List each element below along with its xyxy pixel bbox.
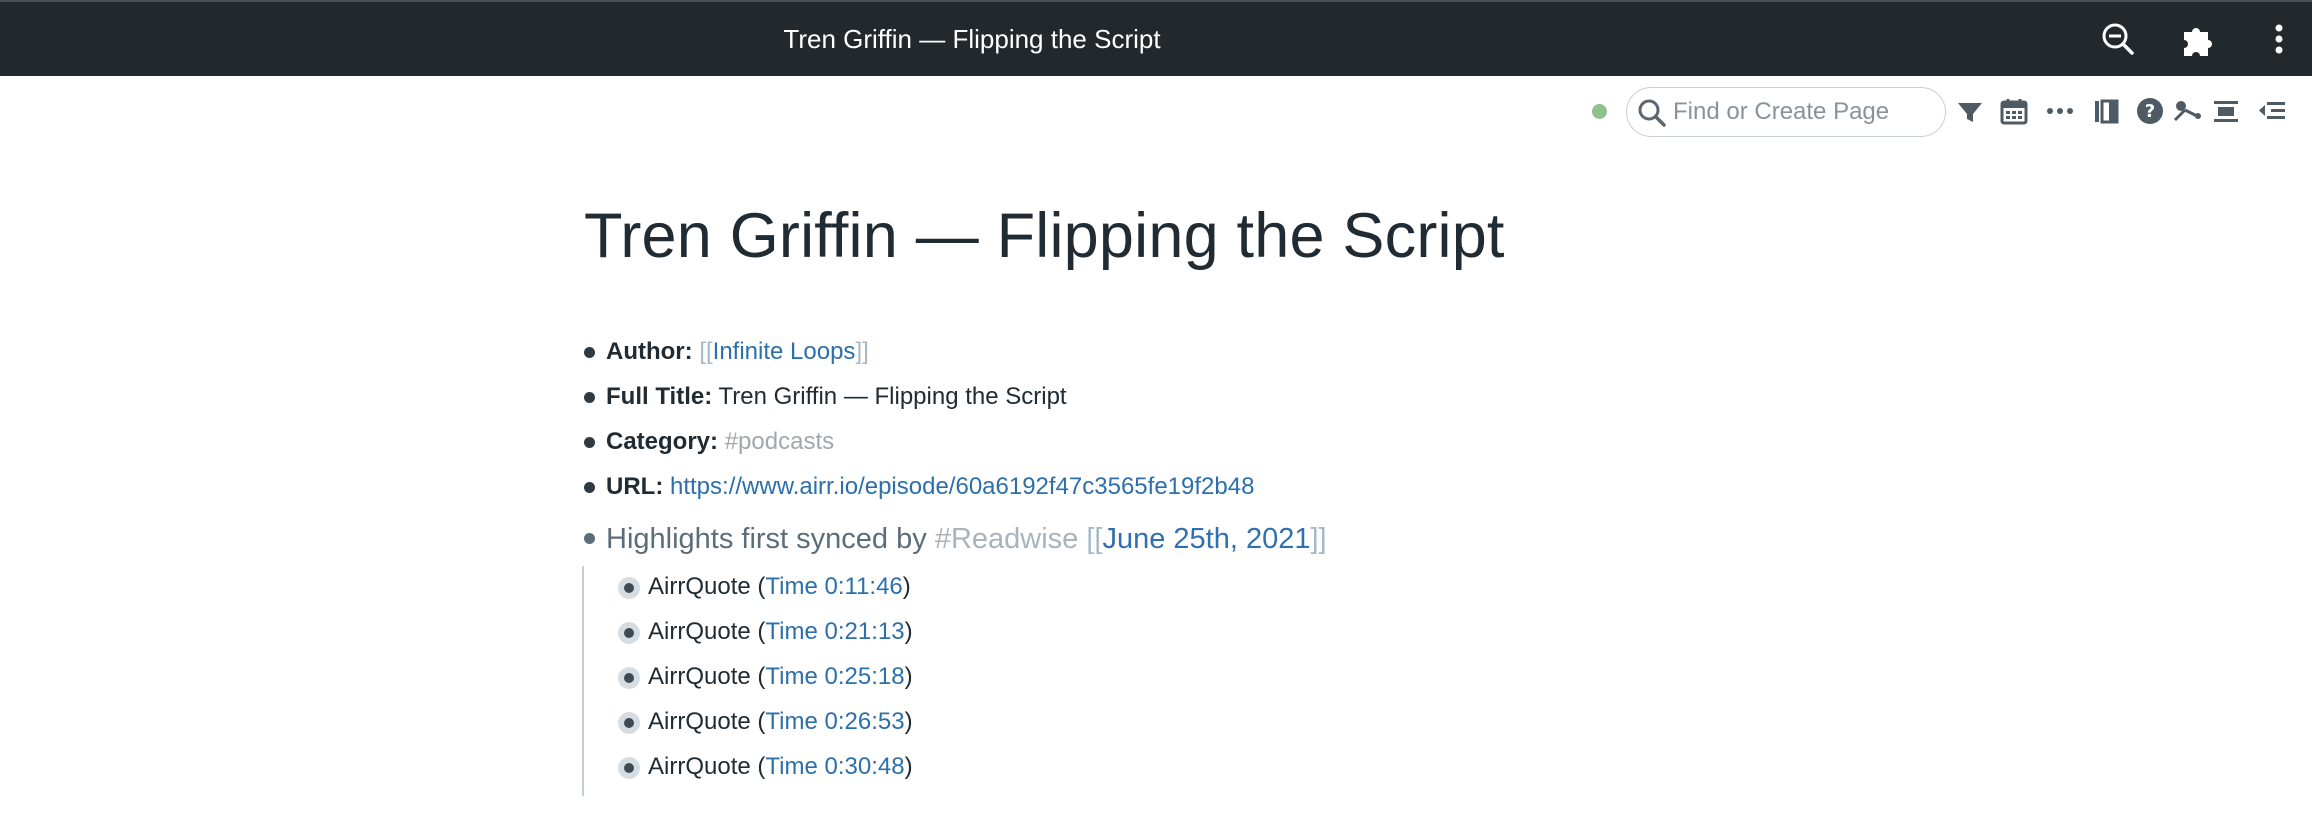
title-bar: Tren Griffin — Flipping the Script <box>0 0 2312 76</box>
link-open-bracket: [[ <box>699 338 713 365</box>
highlight-item[interactable]: AirrQuote (Time 0:25:18) <box>584 656 1984 701</box>
author-label: Author: <box>606 338 693 365</box>
full-title-label: Full Title: <box>606 383 713 410</box>
category-label: Category: <box>606 428 719 455</box>
date-link[interactable]: June 25th, 2021 <box>1102 523 1310 555</box>
link-close-bracket: ]] <box>1310 523 1327 555</box>
calendar-icon[interactable] <box>1997 94 2031 128</box>
collapsed-bullet[interactable] <box>618 667 640 689</box>
top-toolbar: ? <box>0 76 2312 148</box>
bullet[interactable] <box>584 437 595 448</box>
page-title[interactable]: Tren Griffin — Flipping the Script <box>584 200 1505 272</box>
quote-prefix: AirrQuote ( <box>648 663 766 690</box>
search-input[interactable] <box>1673 94 1933 130</box>
quote-suffix: ) <box>904 708 913 735</box>
collapsed-bullet[interactable] <box>618 757 640 779</box>
graph-icon[interactable] <box>2171 94 2205 128</box>
highlight-item[interactable]: AirrQuote (Time 0:30:48) <box>584 746 1984 791</box>
window-title: Tren Griffin — Flipping the Script <box>783 24 1161 54</box>
bullet[interactable] <box>584 347 595 358</box>
more-horizontal-icon[interactable] <box>2043 94 2077 128</box>
help-icon[interactable]: ? <box>2133 94 2167 128</box>
highlights-header-text: Highlights first synced by <box>606 523 927 555</box>
quote-prefix: AirrQuote ( <box>648 573 766 600</box>
search-icon <box>1635 96 1669 130</box>
url-link[interactable]: https://www.airr.io/episode/60a6192f47c3… <box>670 473 1254 500</box>
highlights-children: AirrQuote (Time 0:11:46) AirrQuote (Time… <box>582 566 1984 796</box>
block-author[interactable]: Author: [[Infinite Loops]] <box>584 332 1984 377</box>
highlight-item[interactable]: AirrQuote (Time 0:21:13) <box>584 611 1984 656</box>
category-tag[interactable]: #podcasts <box>725 428 834 455</box>
block-url[interactable]: URL: https://www.airr.io/episode/60a6192… <box>584 467 1984 512</box>
link-open-bracket: [[ <box>1086 523 1103 555</box>
filter-icon[interactable] <box>1953 94 1987 128</box>
quote-suffix: ) <box>904 618 913 645</box>
time-link[interactable]: Time 0:26:53 <box>765 708 904 735</box>
puzzle-icon[interactable] <box>2178 20 2216 58</box>
readwise-tag[interactable]: #Readwise <box>935 523 1078 555</box>
bullet[interactable] <box>584 392 595 403</box>
quote-prefix: AirrQuote ( <box>648 708 766 735</box>
collapsed-bullet[interactable] <box>618 712 640 734</box>
sync-status-indicator <box>1592 104 1607 119</box>
block-category[interactable]: Category: #podcasts <box>584 422 1984 467</box>
zoom-out-icon[interactable] <box>2099 20 2137 58</box>
quote-prefix: AirrQuote ( <box>648 753 766 780</box>
outdent-icon[interactable] <box>2255 94 2289 128</box>
time-link[interactable]: Time 0:21:13 <box>765 618 904 645</box>
link-close-bracket: ]] <box>855 338 869 365</box>
author-link[interactable]: Infinite Loops <box>713 338 856 365</box>
collapsed-bullet[interactable] <box>618 577 640 599</box>
block-highlights-header[interactable]: Highlights first synced by #Readwise [[J… <box>584 514 1984 566</box>
collapsed-bullet[interactable] <box>618 622 640 644</box>
quote-suffix: ) <box>902 573 911 600</box>
svg-text:?: ? <box>2145 101 2155 122</box>
quote-suffix: ) <box>904 753 913 780</box>
highlight-item[interactable]: AirrQuote (Time 0:26:53) <box>584 701 1984 746</box>
bullet[interactable] <box>584 482 595 493</box>
time-link[interactable]: Time 0:30:48 <box>765 753 904 780</box>
time-link[interactable]: Time 0:11:46 <box>765 573 902 600</box>
quote-suffix: ) <box>904 663 913 690</box>
more-vertical-icon[interactable] <box>2260 20 2298 58</box>
align-center-icon[interactable] <box>2209 94 2243 128</box>
page-blocks: Author: [[Infinite Loops]] Full Title: T… <box>582 332 1984 796</box>
block-full-title[interactable]: Full Title: Tren Griffin — Flipping the … <box>584 377 1984 422</box>
full-title-value: Tren Griffin — Flipping the Script <box>718 383 1067 410</box>
sidebar-icon[interactable] <box>2089 94 2123 128</box>
highlight-item[interactable]: AirrQuote (Time 0:11:46) <box>584 566 1984 611</box>
time-link[interactable]: Time 0:25:18 <box>765 663 904 690</box>
url-label: URL: <box>606 473 664 500</box>
find-or-create-search[interactable] <box>1626 87 1946 137</box>
bullet[interactable] <box>584 533 595 544</box>
quote-prefix: AirrQuote ( <box>648 618 766 645</box>
